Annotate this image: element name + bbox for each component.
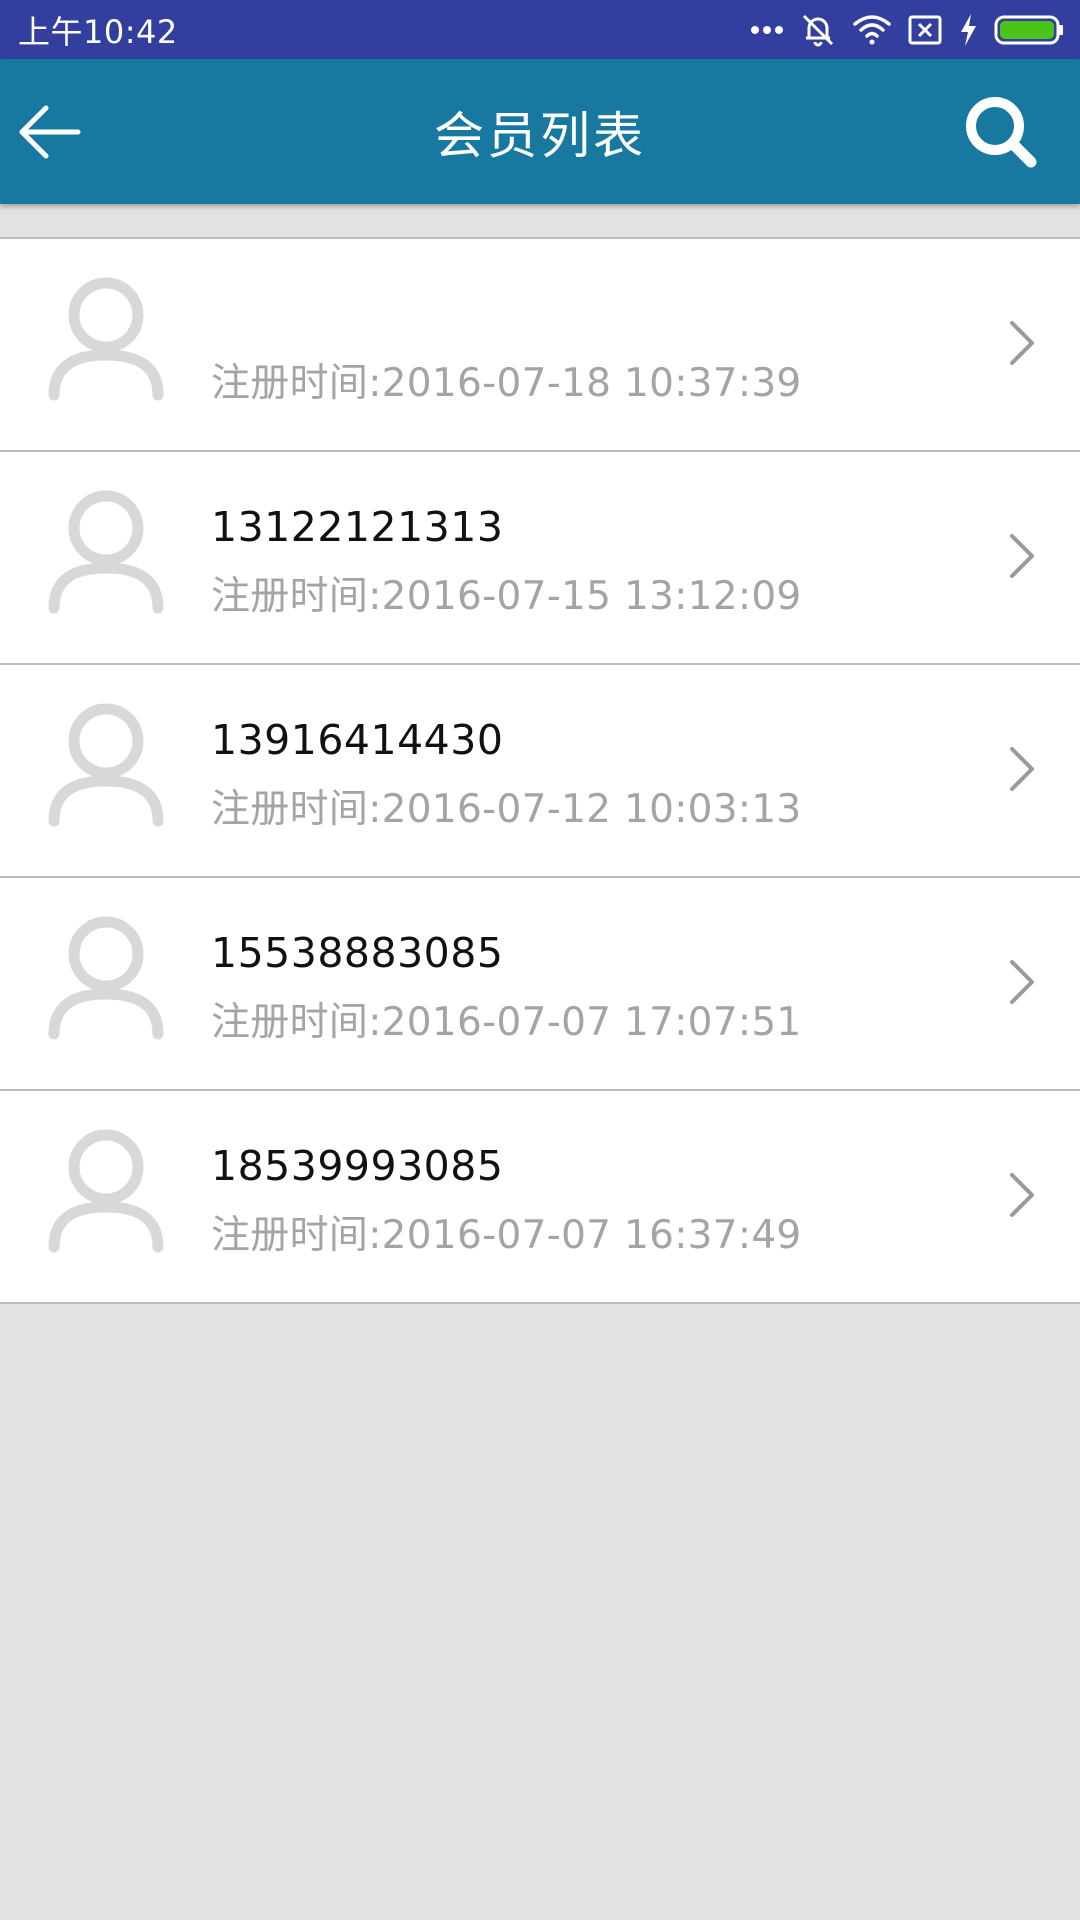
avatar-icon bbox=[48, 703, 164, 827]
member-registration-time: 注册时间:2016-07-18 10:37:39 bbox=[211, 361, 802, 406]
avatar-icon bbox=[48, 490, 164, 614]
chevron-right-icon bbox=[1010, 534, 1034, 578]
search-icon bbox=[966, 97, 1037, 168]
member-registration-time: 注册时间:2016-07-07 16:37:49 bbox=[211, 1213, 802, 1258]
member-list-item[interactable]: 18539993085 注册时间:2016-07-07 16:37:49 bbox=[0, 1091, 1080, 1304]
chevron-right-icon bbox=[1010, 960, 1034, 1004]
page-title: 会员列表 bbox=[434, 106, 646, 165]
member-list-item[interactable]: 13916414430 注册时间:2016-07-12 10:03:13 bbox=[0, 665, 1080, 878]
wifi-icon bbox=[852, 14, 892, 46]
avatar-icon bbox=[48, 1129, 164, 1253]
chevron-right-icon bbox=[1010, 1173, 1034, 1217]
arrow-left-icon bbox=[19, 105, 81, 159]
silent-bell-icon bbox=[800, 12, 836, 48]
avatar-icon bbox=[48, 277, 164, 401]
member-list-item[interactable]: 13122121313 注册时间:2016-07-15 13:12:09 bbox=[0, 452, 1080, 665]
member-registration-time: 注册时间:2016-07-07 17:07:51 bbox=[211, 1000, 802, 1045]
app-bar: 会员列表 bbox=[0, 59, 1080, 204]
member-phone: 13916414430 bbox=[211, 716, 504, 764]
member-phone: 18539993085 bbox=[211, 1142, 504, 1190]
member-registration-time: 注册时间:2016-07-15 13:12:09 bbox=[211, 574, 802, 619]
member-list-item[interactable]: 注册时间:2016-07-18 10:37:39 bbox=[0, 239, 1080, 452]
avatar-icon bbox=[48, 916, 164, 1040]
battery-icon bbox=[994, 14, 1064, 46]
back-button[interactable] bbox=[6, 89, 92, 175]
member-registration-time: 注册时间:2016-07-12 10:03:13 bbox=[211, 787, 802, 832]
search-button[interactable] bbox=[956, 87, 1046, 177]
member-list: 注册时间:2016-07-18 10:37:39 13122121313 注册时间:… bbox=[0, 237, 1080, 1304]
chevron-right-icon bbox=[1010, 321, 1034, 365]
member-phone: 15538883085 bbox=[211, 929, 504, 977]
status-bar: 上午10:42 bbox=[0, 0, 1080, 59]
chevron-right-icon bbox=[1010, 747, 1034, 791]
more-dots-icon bbox=[750, 24, 784, 36]
status-time: 上午10:42 bbox=[18, 12, 178, 51]
status-icons bbox=[750, 12, 1064, 48]
no-sim-icon bbox=[908, 15, 942, 45]
member-list-item[interactable]: 15538883085 注册时间:2016-07-07 17:07:51 bbox=[0, 878, 1080, 1091]
member-phone: 13122121313 bbox=[211, 503, 504, 551]
charging-icon bbox=[958, 13, 978, 47]
